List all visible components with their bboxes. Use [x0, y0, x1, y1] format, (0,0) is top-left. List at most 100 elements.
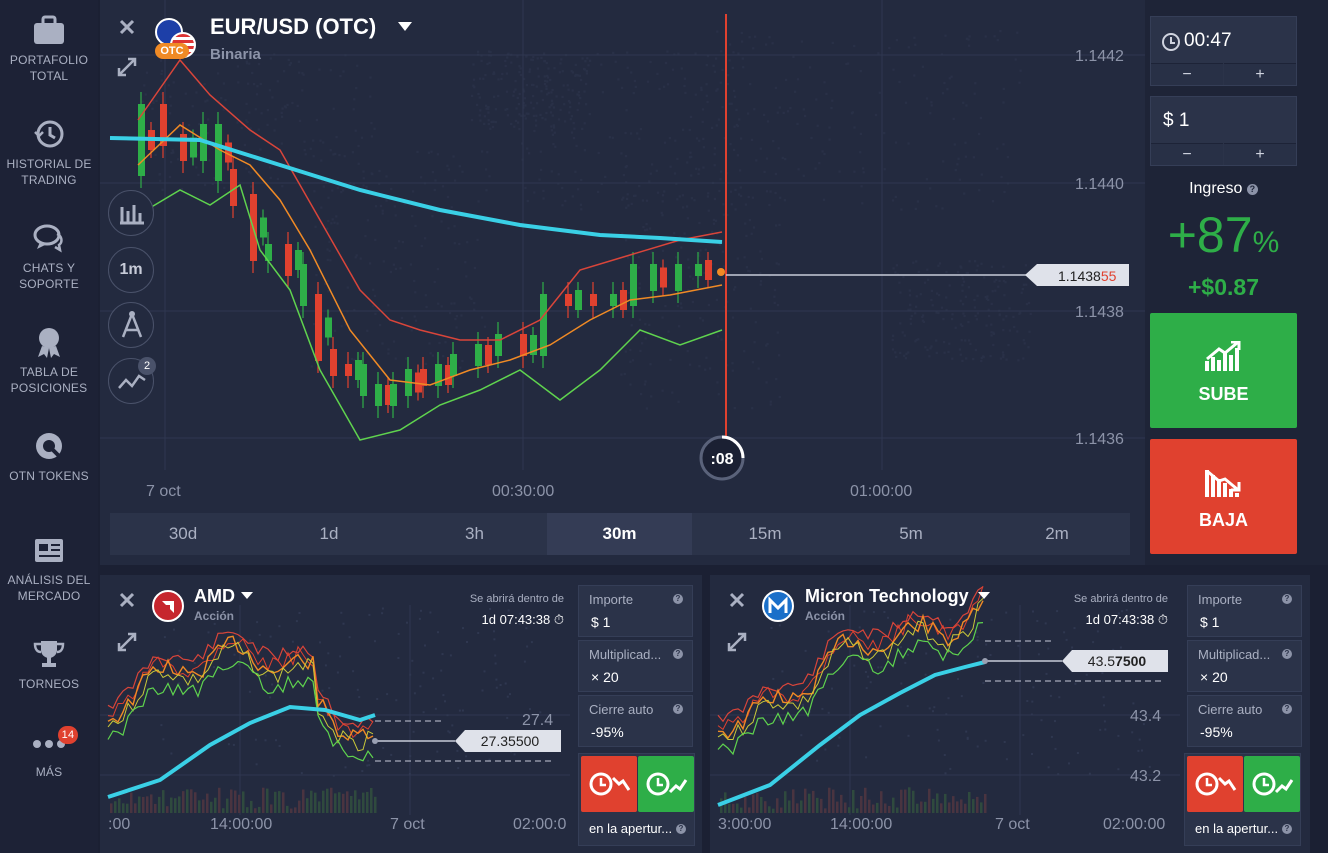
amount-minus-button[interactable]: −	[1151, 143, 1223, 165]
chevron-down-icon[interactable]	[241, 592, 253, 600]
volume-bar	[956, 801, 959, 813]
down-button[interactable]: BAJA	[1150, 439, 1297, 554]
tab-timeframe-3h[interactable]: 3h	[402, 513, 547, 555]
volume-bar	[358, 799, 361, 813]
auto-close-field[interactable]: Cierre auto? -95%	[1187, 695, 1302, 747]
chevron-down-icon[interactable]	[398, 22, 412, 32]
volume-bar	[856, 808, 859, 813]
close-icon[interactable]	[118, 18, 136, 36]
main-price-chart[interactable]: 1.1442 1.1440 1.1438 1.1436 7 oct 00:30:…	[100, 0, 1145, 510]
sidebar-item-history[interactable]: HISTORIAL DE TRADING	[0, 118, 98, 188]
buy-button[interactable]	[1244, 756, 1300, 812]
help-icon[interactable]: ?	[1282, 649, 1292, 659]
volume-bar	[808, 793, 811, 813]
volume-bar	[254, 808, 257, 813]
volume-bar	[960, 799, 963, 813]
chevron-down-icon[interactable]	[978, 592, 990, 600]
tab-timeframe-30m[interactable]: 30m	[547, 513, 692, 555]
volume-bar	[868, 799, 871, 813]
drawing-tools-button[interactable]	[108, 302, 154, 348]
income-value: +$0.87	[1188, 274, 1259, 300]
help-icon[interactable]: ?	[676, 824, 686, 834]
volume-bar	[948, 802, 951, 813]
asset-title[interactable]: Micron Technology	[805, 586, 969, 607]
chart-type-button[interactable]	[108, 190, 154, 236]
multiplier-field[interactable]: Multiplicad...? × 20	[1187, 640, 1302, 692]
close-icon[interactable]	[118, 591, 136, 609]
sell-button[interactable]	[1187, 756, 1243, 812]
asset-type: Acción	[194, 609, 235, 623]
sidebar-item-portfolio[interactable]: PORTAFOLIO TOTAL	[0, 14, 98, 84]
expand-icon[interactable]	[726, 631, 748, 653]
time-value[interactable]: 00:47	[1184, 30, 1232, 52]
help-icon[interactable]: ?	[673, 704, 683, 714]
tab-timeframe-1d[interactable]: 1d	[256, 513, 402, 555]
volume-bar	[764, 801, 767, 813]
asset-title[interactable]: AMD	[194, 586, 235, 607]
sell-button[interactable]	[581, 756, 637, 812]
sidebar-item-analysis[interactable]: ANÁLISIS DEL MERCADO	[0, 534, 98, 604]
chat-icon	[33, 224, 63, 253]
volume-bar	[310, 790, 313, 813]
open-at-label[interactable]: en la apertur...	[1195, 821, 1278, 836]
help-icon[interactable]: ?	[1282, 824, 1292, 834]
volume-bar	[816, 797, 819, 813]
amount-plus-button[interactable]: +	[1224, 143, 1296, 165]
medal-icon	[38, 328, 60, 358]
tab-timeframe-5m[interactable]: 5m	[838, 513, 984, 555]
sidebar-item-tournaments[interactable]: TORNEOS	[0, 638, 98, 692]
indicators-button[interactable]: 2	[108, 357, 156, 404]
auto-close-field[interactable]: Cierre auto? -95%	[578, 695, 693, 747]
expand-icon[interactable]	[116, 631, 138, 653]
open-at-label[interactable]: en la apertur...	[589, 821, 672, 836]
volume-bar	[146, 796, 149, 813]
order-buttons-group: en la apertur... ?	[578, 753, 695, 846]
volume-bar	[740, 807, 743, 813]
history-icon	[34, 120, 64, 148]
volume-bar	[928, 788, 931, 813]
multiplier-field[interactable]: Multiplicad...? × 20	[578, 640, 693, 692]
volume-bar	[832, 789, 835, 813]
help-icon[interactable]: ?	[673, 594, 683, 604]
sidebar-item-leaderboard[interactable]: TABLA DE POSICIONES	[0, 326, 98, 396]
sidebar-item-more[interactable]: 14 MÁS	[0, 726, 98, 780]
candle-body	[575, 290, 582, 310]
volume-bar	[736, 803, 739, 813]
timeframe-button[interactable]: 1m	[108, 247, 154, 293]
expand-icon[interactable]	[116, 56, 138, 78]
time-plus-button[interactable]: +	[1224, 63, 1296, 85]
volume-bar	[362, 792, 365, 813]
tab-timeframe-2m[interactable]: 2m	[984, 513, 1130, 555]
tab-timeframe-30d[interactable]: 30d	[110, 513, 256, 555]
current-price-value: 43.57500	[1088, 653, 1147, 669]
volume-bar	[984, 793, 987, 813]
volume-bar	[748, 807, 751, 813]
candle-body	[330, 349, 337, 376]
time-selector[interactable]: 00:47 − +	[1150, 16, 1297, 86]
sidebar-item-otn[interactable]: OTN TOKENS	[0, 430, 98, 484]
sidebar-item-chats[interactable]: CHATS Y SOPORTE	[0, 222, 98, 292]
amount-selector[interactable]: $ 1 − +	[1150, 96, 1297, 166]
importe-field[interactable]: Importe? $ 1	[578, 585, 693, 637]
volume-bar	[374, 796, 377, 813]
opens-label: Se abrirá dentro de	[1073, 593, 1168, 605]
time-label: 3:00:00	[718, 816, 771, 833]
help-icon[interactable]: ?	[1282, 594, 1292, 604]
volume-bar	[178, 796, 181, 813]
moving-average-line	[717, 660, 986, 807]
mini-chart-panel-amd: 27.35500 27.4:00 14:00:00 7 oct 02:00:0 AMD …	[100, 575, 702, 853]
importe-field[interactable]: Importe? $ 1	[1187, 585, 1302, 637]
notification-badge: 14	[58, 726, 78, 744]
amount-value[interactable]: $ 1	[1163, 110, 1189, 132]
buy-button[interactable]	[638, 756, 694, 812]
tab-timeframe-15m[interactable]: 15m	[692, 513, 838, 555]
close-icon[interactable]	[728, 591, 746, 609]
candle-body	[485, 345, 492, 365]
volume-bar	[980, 802, 983, 813]
time-minus-button[interactable]: −	[1151, 63, 1223, 85]
help-icon[interactable]: ?	[1246, 184, 1258, 195]
help-icon[interactable]: ?	[1282, 704, 1292, 714]
asset-title[interactable]: EUR/USD (OTC)	[210, 14, 376, 40]
up-button[interactable]: SUBE	[1150, 313, 1297, 428]
help-icon[interactable]: ?	[673, 649, 683, 659]
